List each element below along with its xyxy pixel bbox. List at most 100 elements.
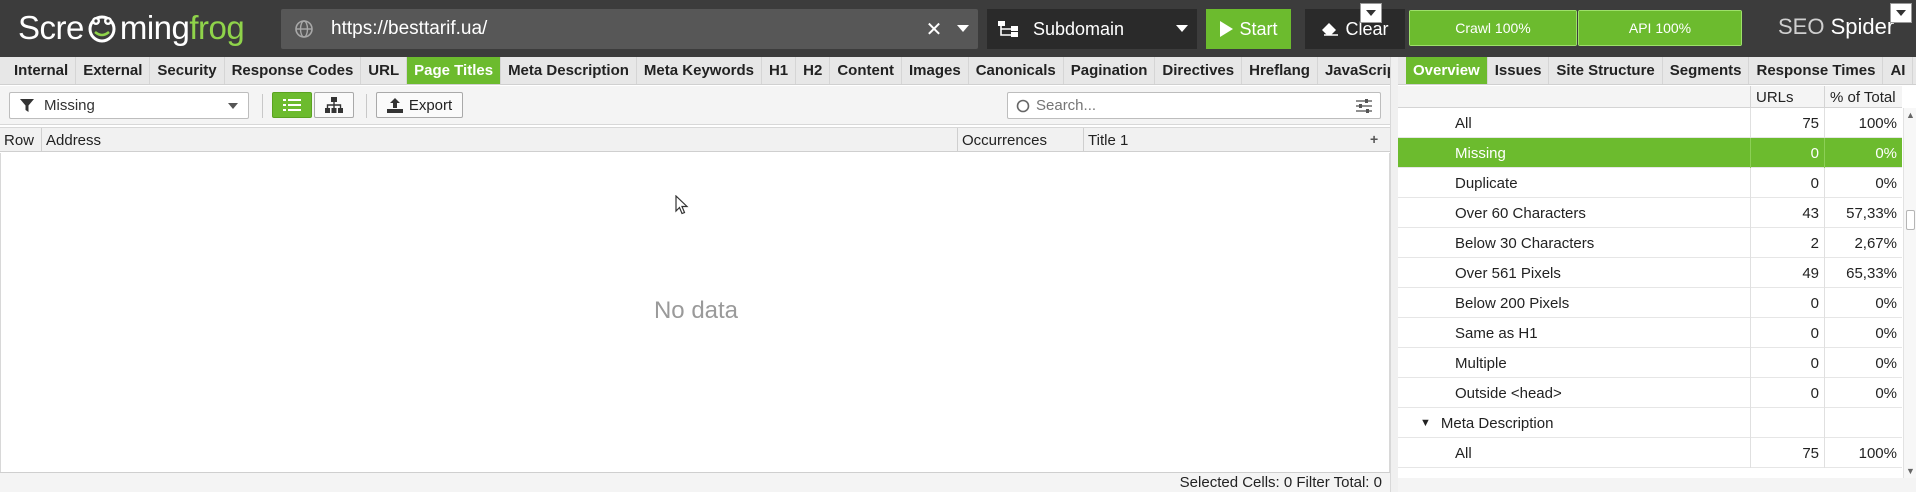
overview-scrollbar[interactable]: ▲ ▼: [1903, 108, 1916, 478]
tab-internal[interactable]: Internal: [7, 57, 77, 84]
crawl-mode-select[interactable]: Subdomain: [987, 9, 1197, 49]
overview-row[interactable]: Over 561 Pixels 49 65,33%: [1398, 258, 1902, 288]
url-history-dropdown[interactable]: [948, 25, 978, 33]
column-header-row[interactable]: Row: [0, 128, 42, 152]
url-input[interactable]: https://besttarif.ua/: [331, 18, 920, 40]
overview-row[interactable]: Below 30 Characters 2 2,67%: [1398, 228, 1902, 258]
tab-meta-description[interactable]: Meta Description: [501, 57, 637, 84]
side-tab-segments[interactable]: Segments: [1663, 57, 1750, 84]
overview-row[interactable]: Duplicate 0 0%: [1398, 168, 1902, 198]
overview-row-urls: 0: [1750, 348, 1824, 378]
side-tab-overflow-button[interactable]: [1890, 3, 1912, 23]
tab-url[interactable]: URL: [361, 57, 408, 84]
tab-response-codes[interactable]: Response Codes: [225, 57, 362, 84]
overview-row-percent: 0%: [1824, 378, 1902, 408]
overview-row-urls: 2: [1750, 228, 1824, 258]
hierarchy-icon: [325, 97, 343, 113]
overview-row[interactable]: All 75 100%: [1398, 108, 1902, 138]
tab-h1[interactable]: H1: [762, 57, 797, 84]
export-button[interactable]: Export: [376, 92, 463, 118]
overview-row[interactable]: All 75 100%: [1398, 438, 1902, 468]
collapse-triangle-icon[interactable]: ▼: [1420, 417, 1431, 429]
chevron-down-icon: [957, 25, 969, 32]
tab-security[interactable]: Security: [150, 57, 225, 84]
start-button[interactable]: Start: [1206, 9, 1291, 49]
crawl-mode-label: Subdomain: [1033, 18, 1125, 39]
crawl-progress-bar: Crawl 100%: [1409, 10, 1577, 46]
scrollbar-thumb[interactable]: [1906, 210, 1915, 230]
column-header-urls[interactable]: URLs: [1750, 86, 1824, 108]
tab-page-titles[interactable]: Page Titles: [407, 57, 502, 84]
side-tab-issues[interactable]: Issues: [1488, 57, 1550, 84]
column-header-address[interactable]: Address: [42, 128, 958, 152]
column-header-title-1[interactable]: Title 1: [1084, 128, 1364, 152]
table-header: Row Address Occurrences Title 1 +: [0, 127, 1390, 152]
tab-canonicals[interactable]: Canonicals: [969, 57, 1064, 84]
overview-row-urls: 75: [1750, 438, 1824, 468]
tab-directives[interactable]: Directives: [1155, 57, 1243, 84]
side-tab-overview[interactable]: Overview: [1406, 57, 1488, 84]
column-header-percent[interactable]: % of Total: [1824, 86, 1902, 108]
overview-row-percent: 0%: [1824, 288, 1902, 318]
overview-row-text: All: [1455, 114, 1472, 132]
overview-row-label: All: [1455, 108, 1472, 138]
scroll-down-icon[interactable]: ▼: [1906, 466, 1915, 476]
close-icon[interactable]: ✕: [920, 17, 948, 42]
overview-row-label: Missing: [1455, 138, 1506, 168]
column-header-occurrences[interactable]: Occurrences: [958, 128, 1084, 152]
sliders-icon[interactable]: [1356, 98, 1372, 113]
tab-content[interactable]: Content: [830, 57, 902, 84]
overview-row-percent: 0%: [1824, 168, 1902, 198]
url-input-box[interactable]: https://besttarif.ua/ ✕: [281, 9, 978, 49]
tab-meta-keywords[interactable]: Meta Keywords: [637, 57, 762, 84]
panel-splitter[interactable]: [1390, 57, 1398, 492]
overview-row[interactable]: Multiple 0 0%: [1398, 348, 1902, 378]
overview-row[interactable]: Same as H1 0 0%: [1398, 318, 1902, 348]
list-view-button[interactable]: [272, 92, 312, 118]
results-table[interactable]: No data: [0, 153, 1390, 473]
overview-row-text: Multiple: [1455, 354, 1507, 372]
filter-dropdown[interactable]: Missing: [9, 92, 249, 119]
side-tab-response-times[interactable]: Response Times: [1749, 57, 1884, 84]
overview-row-urls: 0: [1750, 378, 1824, 408]
tab-hreflang[interactable]: Hreflang: [1242, 57, 1318, 84]
overview-row-text: Outside <head>: [1455, 384, 1562, 402]
overview-footer: [1398, 478, 1916, 492]
overview-row-text: All: [1455, 444, 1472, 462]
tab-external[interactable]: External: [76, 57, 151, 84]
tab-javascrip[interactable]: JavaScrip: [1318, 57, 1390, 84]
overview-row[interactable]: Outside <head> 0 0%: [1398, 378, 1902, 408]
overview-row[interactable]: Over 60 Characters 43 57,33%: [1398, 198, 1902, 228]
mouse-cursor-icon: [675, 195, 689, 215]
tab-images[interactable]: Images: [902, 57, 969, 84]
status-bar: Selected Cells: 0 Filter Total: 0: [0, 472, 1390, 492]
overview-row-urls: 0: [1750, 138, 1824, 168]
tree-view-button[interactable]: [314, 92, 354, 118]
overview-row[interactable]: Missing 0 0%: [1398, 138, 1902, 168]
side-tab-ai[interactable]: AI: [1883, 57, 1914, 84]
clear-button[interactable]: Clear: [1305, 9, 1405, 49]
search-icon: [1016, 99, 1030, 112]
tab-pagination[interactable]: Pagination: [1064, 57, 1156, 84]
upload-icon: [386, 97, 403, 113]
selection-status: Selected Cells: 0 Filter Total: 0: [1179, 474, 1382, 491]
overview-section-row[interactable]: ▼ Meta Description: [1398, 408, 1902, 438]
search-input[interactable]: [1036, 97, 1356, 114]
add-column-icon[interactable]: +: [1370, 131, 1378, 147]
overview-row-percent: 57,33%: [1824, 198, 1902, 228]
tab-overflow-button[interactable]: [1360, 3, 1382, 23]
overview-row-text: Over 60 Characters: [1455, 204, 1586, 222]
search-box[interactable]: [1007, 92, 1381, 119]
tab-h2[interactable]: H2: [796, 57, 831, 84]
overview-row-urls: 0: [1750, 168, 1824, 198]
overview-row[interactable]: Below 200 Pixels 0 0%: [1398, 288, 1902, 318]
side-tab-site-structure[interactable]: Site Structure: [1549, 57, 1663, 84]
api-progress-bar: API 100%: [1578, 10, 1742, 46]
app-logo: Scre ming frog: [18, 9, 245, 46]
top-bar: Scre ming frog https://besttarif.ua/ ✕ S…: [0, 0, 1916, 57]
scroll-up-icon[interactable]: ▲: [1906, 110, 1915, 120]
frog-icon: [88, 15, 116, 43]
filter-icon: [20, 98, 34, 112]
chevron-down-icon: [1366, 10, 1376, 16]
overview-row-percent: 0%: [1824, 138, 1902, 168]
